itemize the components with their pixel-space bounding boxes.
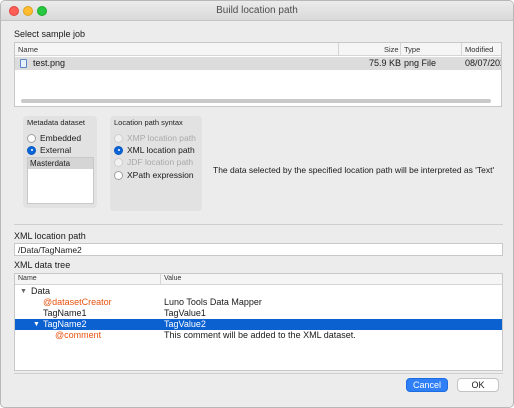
radio-label: XML location path: [127, 145, 195, 155]
radio-xml-location-path[interactable]: XML location path: [114, 145, 195, 155]
disclosure-triangle-icon[interactable]: ▼: [20, 286, 27, 297]
metadata-dataset-title: Metadata dataset: [27, 118, 85, 127]
radio-button[interactable]: [27, 133, 36, 143]
radio-label: XPath expression: [127, 170, 194, 180]
radio-external[interactable]: External: [27, 145, 71, 155]
disclosure-triangle-icon[interactable]: ▼: [33, 319, 40, 330]
radio-embedded[interactable]: Embedded: [27, 133, 81, 143]
xml-data-tree[interactable]: Name Value ▼ Data @datasetCreator Luno T…: [14, 273, 503, 371]
title-bar: Build location path: [1, 1, 513, 21]
divider: [14, 373, 503, 374]
location-path-syntax-title: Location path syntax: [114, 118, 183, 127]
column-header-size[interactable]: Size: [384, 45, 399, 54]
node-value: TagValue1: [164, 308, 206, 318]
tree-row-tagname1[interactable]: TagName1 TagValue1: [15, 308, 502, 319]
node-name: @comment: [55, 330, 102, 340]
sample-job-table[interactable]: Name Size Type Modified test.png 75.9 KB…: [14, 42, 502, 107]
node-name: TagName1: [43, 308, 87, 318]
tree-row-data[interactable]: ▼ Data: [15, 286, 502, 297]
ok-button[interactable]: OK: [457, 378, 499, 392]
radio-xpath-expression[interactable]: XPath expression: [114, 170, 194, 180]
file-size: 75.9 KB: [369, 58, 402, 68]
radio-button[interactable]: [114, 157, 123, 167]
radio-button[interactable]: [27, 145, 36, 155]
cancel-button[interactable]: Cancel: [406, 378, 448, 392]
divider: [14, 224, 503, 225]
xml-location-path-label: XML location path: [14, 231, 86, 241]
node-name: Data: [31, 286, 51, 296]
column-header-type[interactable]: Type: [404, 45, 420, 54]
table-header: Name Size Type Modified: [15, 43, 501, 56]
column-header-value[interactable]: Value: [164, 275, 181, 282]
radio-label: XMP location path: [127, 133, 196, 143]
radio-label: Embedded: [40, 133, 82, 143]
window-title: Build location path: [216, 5, 298, 16]
tree-header: Name Value: [15, 274, 502, 285]
node-value: This comment will be added to the XML da…: [164, 330, 356, 340]
radio-button[interactable]: [114, 133, 123, 143]
node-name: @datasetCreator: [43, 297, 112, 307]
file-name: test.png: [33, 58, 66, 68]
column-header-name[interactable]: Name: [18, 45, 38, 54]
file-type: png File: [404, 58, 437, 68]
list-item[interactable]: Masterdata: [28, 158, 93, 169]
file-modified: 08/07/202: [465, 58, 502, 68]
xml-location-path-input[interactable]: [14, 243, 503, 256]
node-value: Luno Tools Data Mapper: [164, 297, 262, 307]
radio-label: External: [40, 145, 72, 155]
radio-jdf-location-path[interactable]: JDF location path: [114, 157, 193, 167]
radio-xmp-location-path[interactable]: XMP location path: [114, 133, 196, 143]
column-header-modified[interactable]: Modified: [465, 45, 493, 54]
radio-button[interactable]: [114, 145, 123, 155]
radio-label: JDF location path: [127, 157, 194, 167]
interpretation-info-text: The data selected by the specified locat…: [213, 165, 495, 175]
png-file-icon: [20, 59, 27, 68]
location-path-syntax-panel: Location path syntax XMP location path X…: [110, 116, 202, 211]
tree-row-dataset-creator[interactable]: @datasetCreator Luno Tools Data Mapper: [15, 297, 502, 308]
dataset-list[interactable]: Masterdata: [27, 157, 94, 204]
tree-row-tagname2[interactable]: ▼ TagName2 TagValue2: [15, 319, 502, 330]
table-row[interactable]: test.png 75.9 KB png File 08/07/202: [15, 57, 501, 70]
horizontal-scrollbar[interactable]: [21, 99, 491, 103]
build-location-path-dialog: Build location path Select sample job Na…: [0, 0, 514, 408]
node-name: TagName2: [43, 319, 87, 329]
xml-data-tree-label: XML data tree: [14, 260, 71, 270]
column-header-name[interactable]: Name: [18, 275, 37, 282]
tree-row-comment[interactable]: @comment This comment will be added to t…: [15, 330, 502, 341]
metadata-dataset-panel: Metadata dataset Embedded External Maste…: [23, 116, 97, 208]
radio-button[interactable]: [114, 170, 123, 180]
node-value: TagValue2: [164, 319, 206, 329]
sample-job-label: Select sample job: [14, 29, 86, 39]
